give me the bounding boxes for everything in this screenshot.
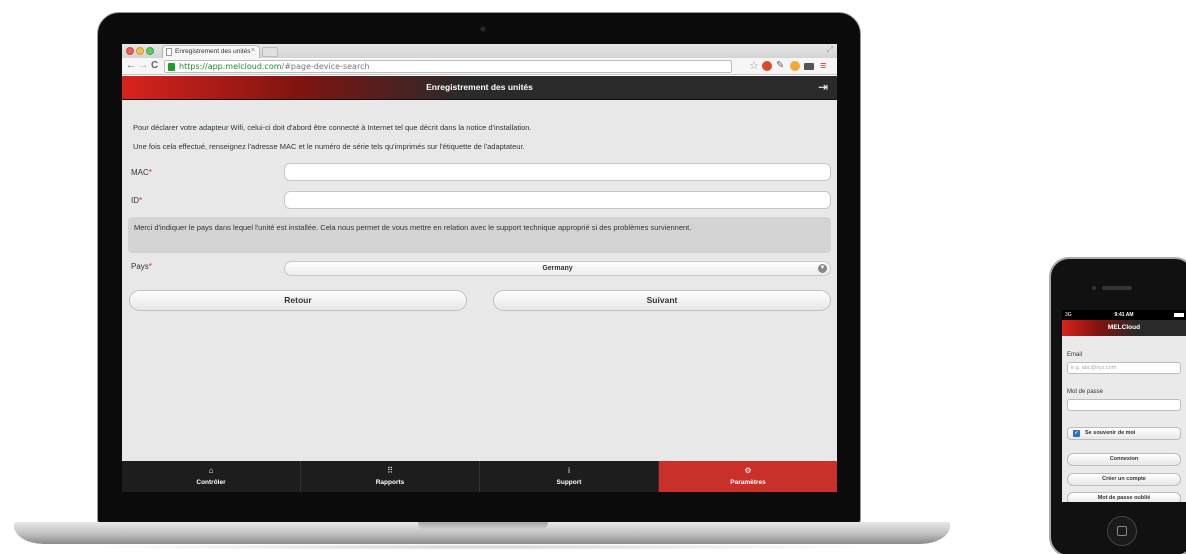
lock-icon <box>168 63 175 71</box>
browser-tabstrip: Enregistrement des unités × ⤢ <box>122 44 837 58</box>
country-label: Pays* <box>131 262 152 271</box>
url-host: app.melcloud.com <box>207 62 282 71</box>
password-label: Mot de passe <box>1067 389 1104 395</box>
tab-parametres[interactable]: ⚙ Paramètres <box>659 461 837 492</box>
intro-text: Pour déclarer votre adapteur Wifi, celui… <box>133 123 532 132</box>
back-arrow-icon[interactable]: ← <box>126 60 136 72</box>
page-icon <box>166 48 172 56</box>
tab-label: Support <box>556 479 582 486</box>
laptop-camera <box>480 26 486 32</box>
window-close-button[interactable] <box>126 47 134 55</box>
required-mark: * <box>148 168 152 177</box>
email-field[interactable]: e.g. abc@xyz.com <box>1067 362 1181 374</box>
remember-label: Se souvenir de moi <box>1085 430 1136 436</box>
gear-icon: ⚙ <box>744 466 752 475</box>
next-button[interactable]: Suivant <box>493 290 831 311</box>
browser-toolbar: ← → C https://app.melcloud.com/#page-dev… <box>122 58 837 75</box>
phone-header: MELCloud <box>1062 320 1186 336</box>
browser-tab-title: Enregistrement des unités <box>175 48 251 55</box>
battery-icon <box>1174 313 1184 317</box>
mac-label-text: MAC <box>131 168 149 177</box>
chevron-down-icon: ▼ <box>818 264 827 273</box>
tab-support[interactable]: i Support <box>480 461 659 492</box>
bottom-tabbar: ⌂ Contrôler ⠿ Rapports i Support ⚙ Param… <box>122 461 837 492</box>
home-button[interactable] <box>1107 516 1137 546</box>
id-field[interactable] <box>284 191 831 209</box>
mac-label: MAC* <box>131 168 152 177</box>
back-button[interactable]: Retour <box>129 290 467 311</box>
browser-tab[interactable]: Enregistrement des unités × <box>162 45 260 58</box>
reload-icon[interactable]: C <box>151 60 158 72</box>
forward-arrow-icon[interactable]: → <box>138 60 148 72</box>
window-zoom-button[interactable] <box>146 47 154 55</box>
login-button[interactable]: Connexion <box>1067 453 1181 466</box>
checkbox-checked-icon: ✓ <box>1073 430 1080 437</box>
extension-icon[interactable] <box>762 61 772 71</box>
bookmark-star-icon[interactable]: ☆ <box>749 60 759 72</box>
country-select[interactable]: Germany ▼ <box>284 261 831 276</box>
tab-label: Rapports <box>375 479 405 486</box>
country-notice: Merci d'indiquer le pays dans lequel l'u… <box>128 217 831 253</box>
phone-speaker <box>1102 286 1132 290</box>
laptop-shadow <box>70 544 890 550</box>
phone-camera <box>1092 286 1096 290</box>
forgot-password-button[interactable]: Mot de passe oublié <box>1067 492 1181 502</box>
phone-status-bar: 9:41 AM 3G <box>1062 310 1186 320</box>
fullscreen-icon[interactable]: ⤢ <box>827 45 833 55</box>
remember-me-checkbox[interactable]: ✓ Se souvenir de moi <box>1067 427 1181 440</box>
phone-screen: 9:41 AM 3G MELCloud Email e.g. abc@xyz.c… <box>1062 310 1186 502</box>
intro-text: Une fois cela effectué, renseignez l'adr… <box>133 142 525 151</box>
wrench-icon[interactable]: ✎ <box>776 61 786 71</box>
new-tab-button[interactable] <box>262 47 278 57</box>
extension-icon[interactable] <box>790 61 800 71</box>
status-time: 9:41 AM <box>1114 312 1134 318</box>
id-label: ID* <box>131 196 142 205</box>
country-select-value: Germany <box>542 265 573 272</box>
email-label: Email <box>1067 352 1083 358</box>
country-label-text: Pays <box>131 262 149 271</box>
extension-icon[interactable] <box>804 63 814 70</box>
url-scheme: https:// <box>179 62 208 71</box>
create-account-button[interactable]: Créer un compte <box>1067 473 1181 486</box>
laptop-screen: Enregistrement des unités × ⤢ ← → C http… <box>122 44 837 492</box>
id-label-text: ID <box>131 196 139 205</box>
laptop-notch <box>418 522 548 530</box>
status-signal: 3G <box>1065 312 1072 318</box>
notice-text: Merci d'indiquer le pays dans lequel l'u… <box>134 223 692 232</box>
required-mark: * <box>148 262 152 271</box>
tab-label: Paramètres <box>730 479 766 486</box>
app-header: Enregistrement des unités ⇥ <box>122 76 837 100</box>
window-minimize-button[interactable] <box>136 47 144 55</box>
main-content: Pour déclarer votre adapteur Wifi, celui… <box>122 100 837 461</box>
tab-controler[interactable]: ⌂ Contrôler <box>122 461 301 492</box>
tab-rapports[interactable]: ⠿ Rapports <box>301 461 480 492</box>
page-title: Enregistrement des unités <box>426 82 533 92</box>
password-field[interactable] <box>1067 399 1181 411</box>
grid-icon: ⠿ <box>387 466 393 475</box>
tab-close-icon[interactable]: × <box>251 47 255 54</box>
required-mark: * <box>139 196 143 205</box>
home-square-icon <box>1117 526 1127 536</box>
tab-label: Contrôler <box>196 479 226 486</box>
home-icon: ⌂ <box>208 466 214 475</box>
logout-icon[interactable]: ⇥ <box>818 80 832 94</box>
browser-menu-icon[interactable]: ≡ <box>820 60 826 72</box>
address-bar[interactable]: https://app.melcloud.com/#page-device-se… <box>164 60 732 73</box>
info-icon: i <box>568 466 570 475</box>
url-path: /#page-device-search <box>281 62 370 71</box>
stage: Enregistrement des unités × ⤢ ← → C http… <box>0 0 1186 554</box>
mac-field[interactable] <box>284 163 831 181</box>
